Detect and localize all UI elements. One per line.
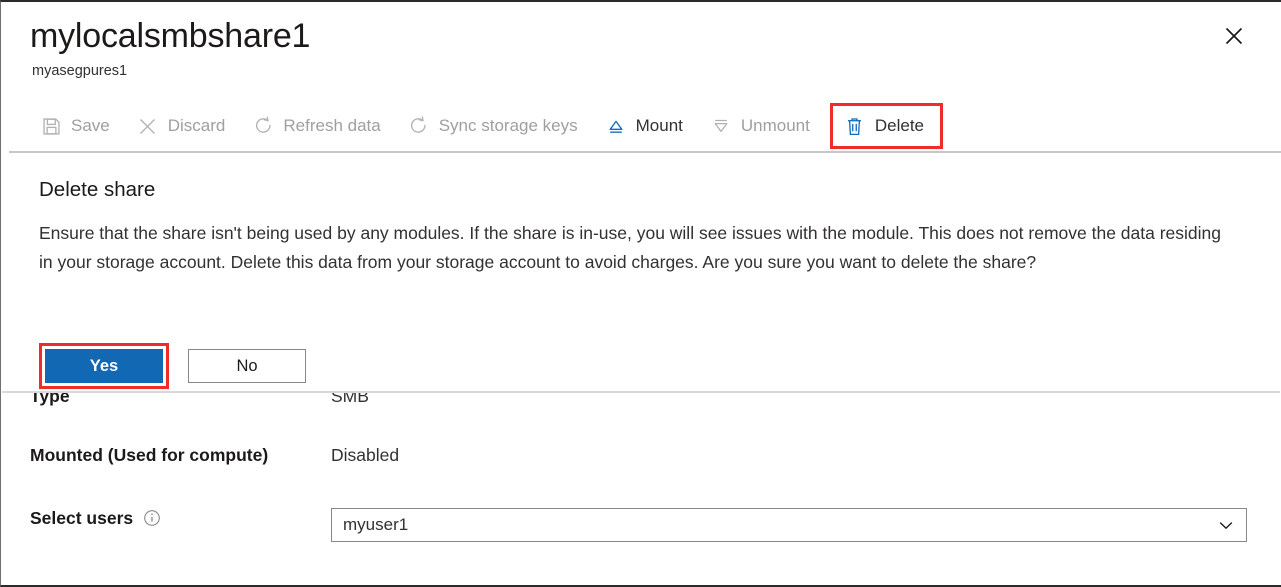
chevron-down-icon	[1216, 515, 1236, 535]
page-subtitle: myasegpures1	[32, 62, 127, 80]
discard-x-icon	[137, 115, 159, 137]
sync-storage-keys-button[interactable]: Sync storage keys	[402, 109, 589, 143]
save-floppy-icon	[40, 115, 62, 137]
select-users-label: Select users	[30, 506, 161, 530]
mounted-label: Mounted (Used for compute)	[30, 443, 268, 467]
mounted-value: Disabled	[331, 443, 399, 467]
select-users-label-text: Select users	[30, 506, 133, 530]
select-users-dropdown[interactable]: myuser1	[331, 508, 1247, 542]
info-circle-icon[interactable]	[143, 509, 161, 527]
confirm-actions: Yes No	[39, 343, 306, 389]
confirm-no-button[interactable]: No	[188, 349, 306, 383]
unmount-icon	[710, 115, 732, 137]
discard-button[interactable]: Discard	[131, 109, 237, 143]
confirm-title: Delete share	[39, 177, 155, 203]
blade-header: mylocalsmbshare1 myasegpures1	[1, 2, 1281, 98]
save-button[interactable]: Save	[34, 109, 121, 143]
command-toolbar: Save Discard Refresh data	[1, 102, 1281, 150]
save-label: Save	[71, 115, 110, 137]
close-icon	[1222, 24, 1246, 48]
unmount-button[interactable]: Unmount	[704, 109, 821, 143]
refresh-icon	[252, 115, 274, 137]
sync-icon	[408, 115, 430, 137]
delete-button[interactable]: Delete	[833, 106, 940, 146]
unmount-label: Unmount	[741, 115, 810, 137]
confirm-yes-button[interactable]: Yes	[45, 349, 163, 383]
refresh-data-button[interactable]: Refresh data	[246, 109, 391, 143]
sync-storage-keys-label: Sync storage keys	[439, 115, 578, 137]
yes-button-highlight: Yes	[39, 343, 169, 389]
delete-share-confirmation-panel: Delete share Ensure that the share isn't…	[2, 153, 1280, 393]
page-title: mylocalsmbshare1	[30, 14, 310, 58]
mount-button[interactable]: Mount	[599, 109, 694, 143]
delete-trash-icon	[844, 115, 866, 137]
delete-label: Delete	[875, 115, 924, 137]
confirm-body-text: Ensure that the share isn't being used b…	[39, 219, 1234, 276]
close-blade-button[interactable]	[1217, 19, 1251, 53]
refresh-data-label: Refresh data	[283, 115, 380, 137]
mount-eject-icon	[605, 115, 627, 137]
mount-label: Mount	[636, 115, 683, 137]
discard-label: Discard	[168, 115, 226, 137]
azure-share-details-blade: mylocalsmbshare1 myasegpures1 Save	[0, 0, 1281, 587]
select-users-value: myuser1	[343, 514, 1216, 536]
